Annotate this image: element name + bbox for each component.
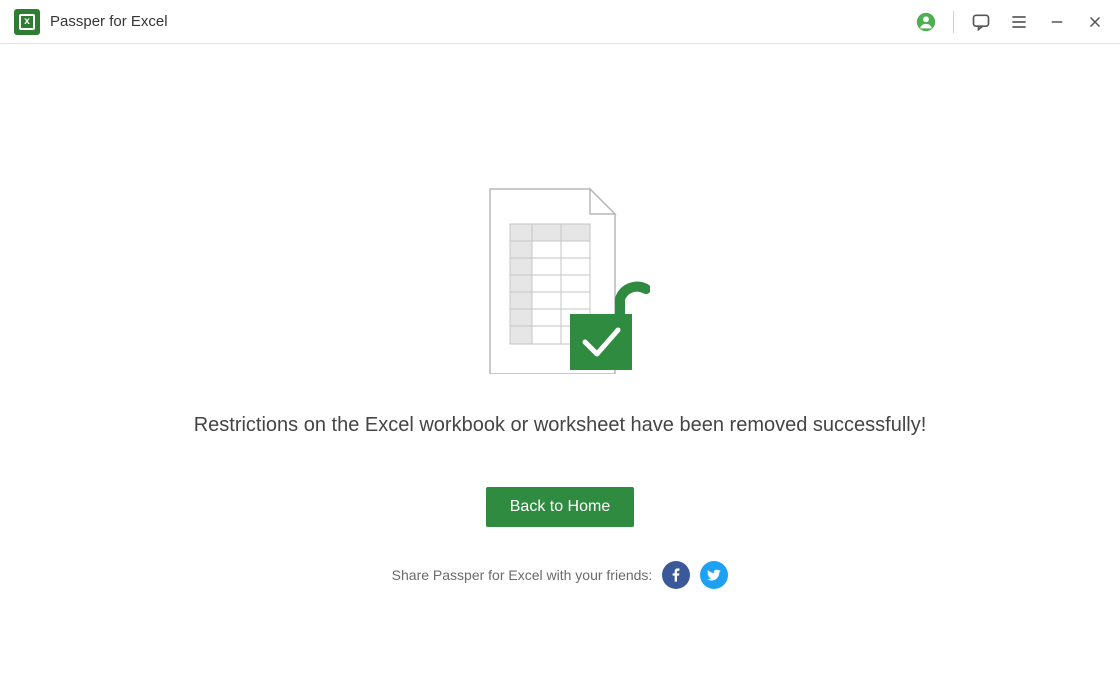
back-to-home-button[interactable]: Back to Home xyxy=(486,487,634,527)
feedback-icon[interactable] xyxy=(970,11,992,33)
status-message: Restrictions on the Excel workbook or wo… xyxy=(194,414,927,437)
share-label: Share Passper for Excel with your friend… xyxy=(392,567,653,583)
window-controls xyxy=(915,11,1106,33)
account-icon[interactable] xyxy=(915,11,937,33)
titlebar: x Passper for Excel xyxy=(0,0,1120,44)
main-content: Restrictions on the Excel workbook or wo… xyxy=(0,44,1120,690)
app-logo-icon: x xyxy=(14,9,40,35)
menu-icon[interactable] xyxy=(1008,11,1030,33)
app-title: Passper for Excel xyxy=(50,13,168,30)
success-illustration xyxy=(470,184,650,374)
twitter-share-button[interactable] xyxy=(700,561,728,589)
minimize-button[interactable] xyxy=(1046,11,1068,33)
separator xyxy=(953,11,954,33)
facebook-share-button[interactable] xyxy=(662,561,690,589)
close-button[interactable] xyxy=(1084,11,1106,33)
share-row: Share Passper for Excel with your friend… xyxy=(392,561,729,589)
